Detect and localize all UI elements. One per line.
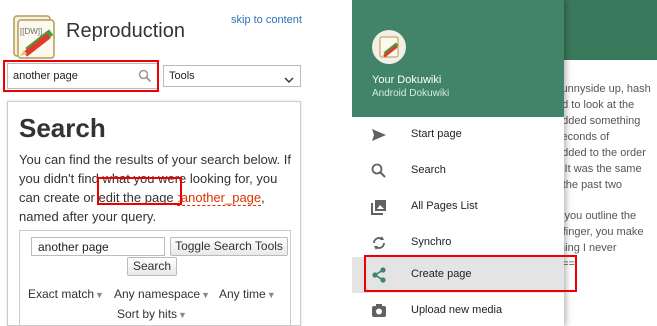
dropdown-triangle-icon: ▼: [178, 310, 187, 320]
background-text-line: l. It was the same: [556, 163, 642, 175]
photo-library-icon: [370, 198, 388, 216]
search-button[interactable]: Search: [127, 257, 177, 276]
background-text-line: thing I never: [556, 242, 617, 254]
camera-icon: [370, 302, 388, 320]
highlight-box-create-link: [97, 177, 182, 205]
menu-item-search[interactable]: Search: [352, 153, 564, 189]
time-label: Any time: [219, 287, 266, 301]
background-text-line: r finger, you make: [556, 226, 644, 238]
menu-item-start-page[interactable]: Start page: [352, 117, 564, 153]
sort-filter[interactable]: Sort by hits▼: [117, 307, 187, 321]
site-title[interactable]: Reproduction: [66, 20, 185, 43]
tools-dropdown[interactable]: Tools: [163, 65, 301, 87]
background-text-line: if you outline the: [556, 210, 637, 222]
drawer-header: Your Dokuwiki Android Dokuwiki: [352, 0, 564, 117]
drawer-subtitle: Android Dokuwiki: [372, 88, 450, 99]
menu-item-all-pages[interactable]: All Pages List: [352, 189, 564, 225]
namespace-filter[interactable]: Any namespace▼: [114, 287, 210, 301]
background-text-line: sunnyside up, hash: [556, 83, 651, 95]
dokuwiki-logo[interactable]: [[DW]]: [10, 10, 62, 62]
background-text-line: added something: [556, 115, 641, 127]
dropdown-triangle-icon: ▼: [201, 290, 210, 300]
search-icon: [370, 162, 388, 180]
search-form: another page Toggle Search Tools Search …: [19, 230, 291, 326]
page-title: Search: [19, 113, 106, 143]
highlight-box-search: [3, 60, 159, 92]
toggle-search-tools-button[interactable]: Toggle Search Tools: [170, 237, 288, 256]
background-text-line: ed to look at the: [556, 99, 635, 111]
exact-match-filter[interactable]: Exact match▼: [28, 287, 104, 301]
send-icon: [370, 126, 388, 144]
menu-item-label: Search: [411, 164, 446, 176]
menu-item-upload-media[interactable]: Upload new media: [352, 293, 564, 326]
page-content: Search You can find the results of your …: [7, 101, 301, 326]
dropdown-triangle-icon: ▼: [95, 290, 104, 300]
android-app-panel: sunnyside up, hash ed to look at the add…: [352, 0, 657, 326]
menu-item-label: Synchro: [411, 236, 452, 248]
query-input[interactable]: another page: [31, 237, 165, 256]
highlight-box-create-page: [364, 255, 577, 292]
tools-dropdown-label: Tools: [169, 70, 195, 82]
sort-label: Sort by hits: [117, 307, 178, 321]
background-text-line: r the past two: [556, 179, 623, 191]
background-text-line: added to the order: [556, 147, 646, 159]
menu-item-label: All Pages List: [411, 200, 478, 212]
sync-icon: [370, 234, 388, 252]
menu-item-label: Upload new media: [411, 304, 503, 316]
chevron-down-icon: [284, 72, 294, 83]
drawer-title: Your Dokuwiki: [372, 74, 442, 86]
query-value: another page: [38, 240, 109, 254]
skip-to-content-link[interactable]: skip to content: [231, 14, 302, 26]
time-filter[interactable]: Any time▼: [219, 287, 276, 301]
logo-text: [[DW]]: [20, 27, 42, 36]
menu-item-label: Start page: [411, 128, 462, 140]
app-logo-avatar: [372, 30, 406, 64]
desktop-wiki-panel: [[DW]] Reproduction skip to content anot…: [0, 0, 305, 326]
namespace-label: Any namespace: [114, 287, 201, 301]
exact-match-label: Exact match: [28, 287, 95, 301]
dropdown-triangle-icon: ▼: [266, 290, 276, 300]
create-page-link[interactable]: :another_page: [177, 190, 262, 206]
